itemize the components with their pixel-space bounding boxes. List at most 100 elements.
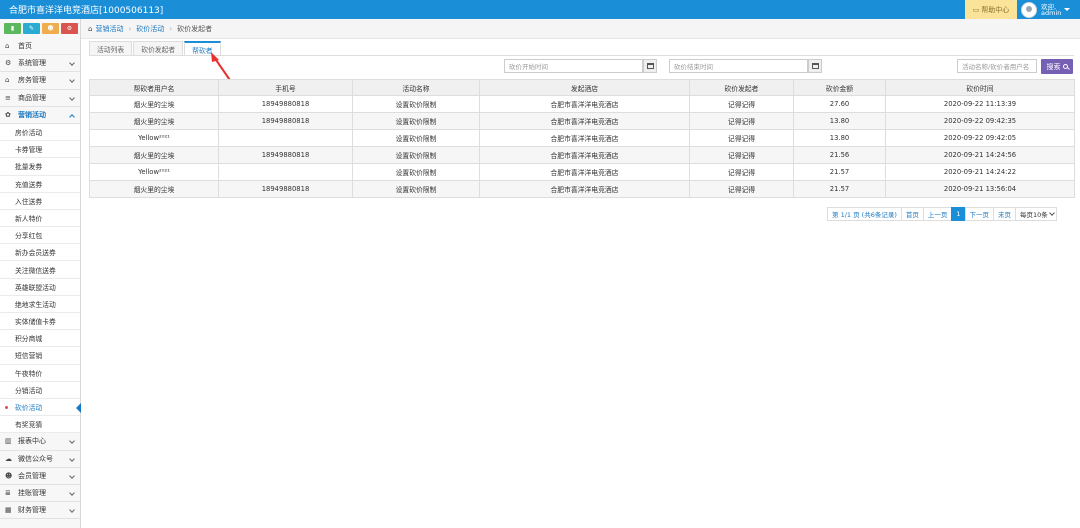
- table-cell: 2020-09-21 14:24:22: [885, 163, 1075, 181]
- submenu-item[interactable]: 实体储值卡券: [0, 313, 80, 331]
- sidebar-item[interactable]: ⌂ 房务管理: [0, 72, 80, 90]
- table-cell: 记得记得: [689, 112, 794, 130]
- submenu-item-label: 短信营销: [15, 352, 43, 361]
- page-size-select[interactable]: 每页10条: [1015, 207, 1057, 221]
- submenu-item[interactable]: 充值送券: [0, 175, 80, 193]
- next-page-button[interactable]: 下一页: [964, 207, 995, 221]
- submenu-item[interactable]: 关注微信送券: [0, 261, 80, 279]
- sidebar-item[interactable]: ⌂ 首页: [0, 38, 80, 56]
- submenu-item[interactable]: 分销活动: [0, 381, 80, 399]
- start-time-input[interactable]: 砍价开始时间: [504, 59, 643, 73]
- end-time-input[interactable]: 砍价结束时间: [669, 59, 808, 73]
- table-row: 烟火里的尘埃 18949880818 设置砍价限制 合肥市喜洋洋电竞酒店 记得记得 13.…: [89, 112, 1075, 130]
- sidebar-item[interactable]: ▦ 财务管理: [0, 502, 80, 520]
- submenu-item[interactable]: 绝地求生活动: [0, 295, 80, 313]
- submenu-item[interactable]: 批量发券: [0, 158, 80, 176]
- breadcrumb-separator: ›: [128, 24, 132, 33]
- column-header: 砍价金额: [793, 79, 886, 96]
- last-page-button[interactable]: 末页: [993, 207, 1017, 221]
- gift-icon: ✿: [5, 110, 11, 119]
- submenu-item[interactable]: 英雄联盟活动: [0, 278, 80, 296]
- chevron-down-icon: [1048, 210, 1055, 216]
- tab-bargain-initiators[interactable]: 砍价发起者: [133, 41, 184, 55]
- bank-icon: ⌂: [5, 76, 10, 85]
- building-icon: ▦: [5, 506, 12, 515]
- table-cell: 设置砍价限制: [352, 95, 480, 113]
- submenu-item[interactable]: 短信营销: [0, 347, 80, 365]
- sidebar-item[interactable]: ⚙ 系统管理: [0, 55, 80, 73]
- tab-bargain-helpers[interactable]: 帮砍者: [184, 41, 221, 56]
- sidebar-item[interactable]: ≣ 挂账管理: [0, 485, 80, 503]
- search-button[interactable]: 搜索: [1041, 59, 1073, 74]
- table-cell: 2020-09-21 14:24:56: [885, 146, 1075, 164]
- submenu-item[interactable]: 积分商城: [0, 330, 80, 348]
- submenu-item[interactable]: 有奖竞猜: [0, 416, 80, 434]
- cloud-icon: ☁: [5, 454, 12, 463]
- table-cell: 记得记得: [689, 163, 794, 181]
- sidebar-item-label: 财务管理: [18, 506, 46, 515]
- table-cell: 2020-09-21 13:56:04: [885, 180, 1075, 198]
- first-page-button[interactable]: 首页: [900, 207, 924, 221]
- sidebar-item-label: 首页: [18, 42, 32, 51]
- sidebar-item-label: 商品管理: [18, 93, 46, 102]
- users-shortcut-button[interactable]: ☻: [42, 23, 59, 34]
- chart-shortcut-button[interactable]: ▮: [4, 23, 21, 34]
- sidebar-item-label: 房务管理: [18, 76, 46, 85]
- sidebar-item[interactable]: ✿ 营销活动: [0, 107, 80, 124]
- keyword-search-input[interactable]: 活动名称/砍价者用户名: [957, 59, 1037, 73]
- sidebar-item-label: 系统管理: [18, 59, 46, 68]
- breadcrumb-link-bargain[interactable]: 砍价活动: [136, 24, 164, 34]
- tab-bar: 活动列表 砍价发起者 帮砍者: [89, 41, 222, 56]
- submenu-item[interactable]: 房价活动: [0, 123, 80, 142]
- sidebar: ▮ ✎ ☻ ⚙ ⌂ 首页 ⚙ 系统管理 ⌂ 房务管理 ≡ 商品管理 ✿ 营销活动 房价活动 卡券管理 批量发…: [0, 19, 81, 528]
- search-label: 搜索: [1046, 62, 1061, 71]
- sidebar-item[interactable]: ☻ 会员管理: [0, 468, 80, 485]
- home-icon: ⌂: [88, 24, 93, 33]
- start-calendar-button[interactable]: [643, 59, 657, 73]
- table-cell: 21.57: [793, 163, 886, 181]
- submenu-item[interactable]: 砍价活动: [0, 398, 81, 417]
- submenu-item-label: 关注微信送券: [15, 266, 56, 275]
- pencil-shortcut-button[interactable]: ✎: [23, 23, 40, 34]
- chevron-down-icon: [69, 490, 75, 496]
- breadcrumb-link-marketing[interactable]: 营销活动: [95, 24, 123, 34]
- submenu-item[interactable]: 午夜特价: [0, 364, 80, 382]
- submenu-item-label: 有奖竞猜: [15, 421, 43, 430]
- help-center-button[interactable]: ▭ 帮助中心: [965, 0, 1017, 19]
- table-cell: 记得记得: [689, 95, 794, 113]
- column-header: 活动名称: [352, 79, 480, 96]
- tab-divider: [89, 55, 1074, 56]
- sidebar-item[interactable]: ☁ 微信公众号: [0, 451, 80, 468]
- submenu-item[interactable]: 分享红包: [0, 227, 80, 245]
- submenu-item[interactable]: 新办会员送券: [0, 244, 80, 262]
- submenu-item-label: 卡券管理: [15, 146, 43, 155]
- sidebar-item[interactable]: ≡ 商品管理: [0, 90, 80, 107]
- user-menu[interactable]: 欢迎, admin: [1019, 0, 1080, 19]
- submenu-item-label: 实体储值卡券: [15, 318, 56, 327]
- chevron-down-icon: [69, 94, 75, 101]
- sidebar-item-label: 会员管理: [18, 471, 46, 480]
- submenu-item[interactable]: 卡券管理: [0, 141, 80, 159]
- group-icon: ☻: [5, 471, 13, 480]
- table-row: 烟火里的尘埃 18949880818 设置砍价限制 合肥市喜洋洋电竞酒店 记得记得 27.…: [89, 95, 1075, 113]
- sidebar-item-label: 营销活动: [18, 110, 46, 119]
- page-1-button[interactable]: 1: [951, 207, 966, 221]
- column-header: 砍价时间: [885, 79, 1075, 96]
- sidebar-item[interactable]: ▥ 报表中心: [0, 433, 80, 451]
- end-calendar-button[interactable]: [808, 59, 822, 73]
- submenu-item[interactable]: 入住送券: [0, 192, 80, 210]
- table-cell: 27.60: [793, 95, 886, 113]
- prev-page-button[interactable]: 上一页: [922, 207, 953, 221]
- tab-activity-list[interactable]: 活动列表: [89, 41, 133, 55]
- table-cell: 18949880818: [218, 95, 353, 113]
- sidebar-item-label: 报表中心: [18, 437, 46, 446]
- home-icon: ⌂: [5, 42, 10, 51]
- submenu-item[interactable]: 新人特价: [0, 209, 80, 228]
- chevron-down-icon: [69, 472, 75, 479]
- gears-shortcut-button[interactable]: ⚙: [61, 23, 78, 34]
- chevron-down-icon: [69, 438, 75, 445]
- column-header: 手机号: [218, 79, 353, 96]
- avatar: [1021, 1, 1037, 18]
- table-cell: 18949880818: [218, 180, 353, 198]
- start-time-placeholder: 砍价开始时间: [509, 63, 548, 71]
